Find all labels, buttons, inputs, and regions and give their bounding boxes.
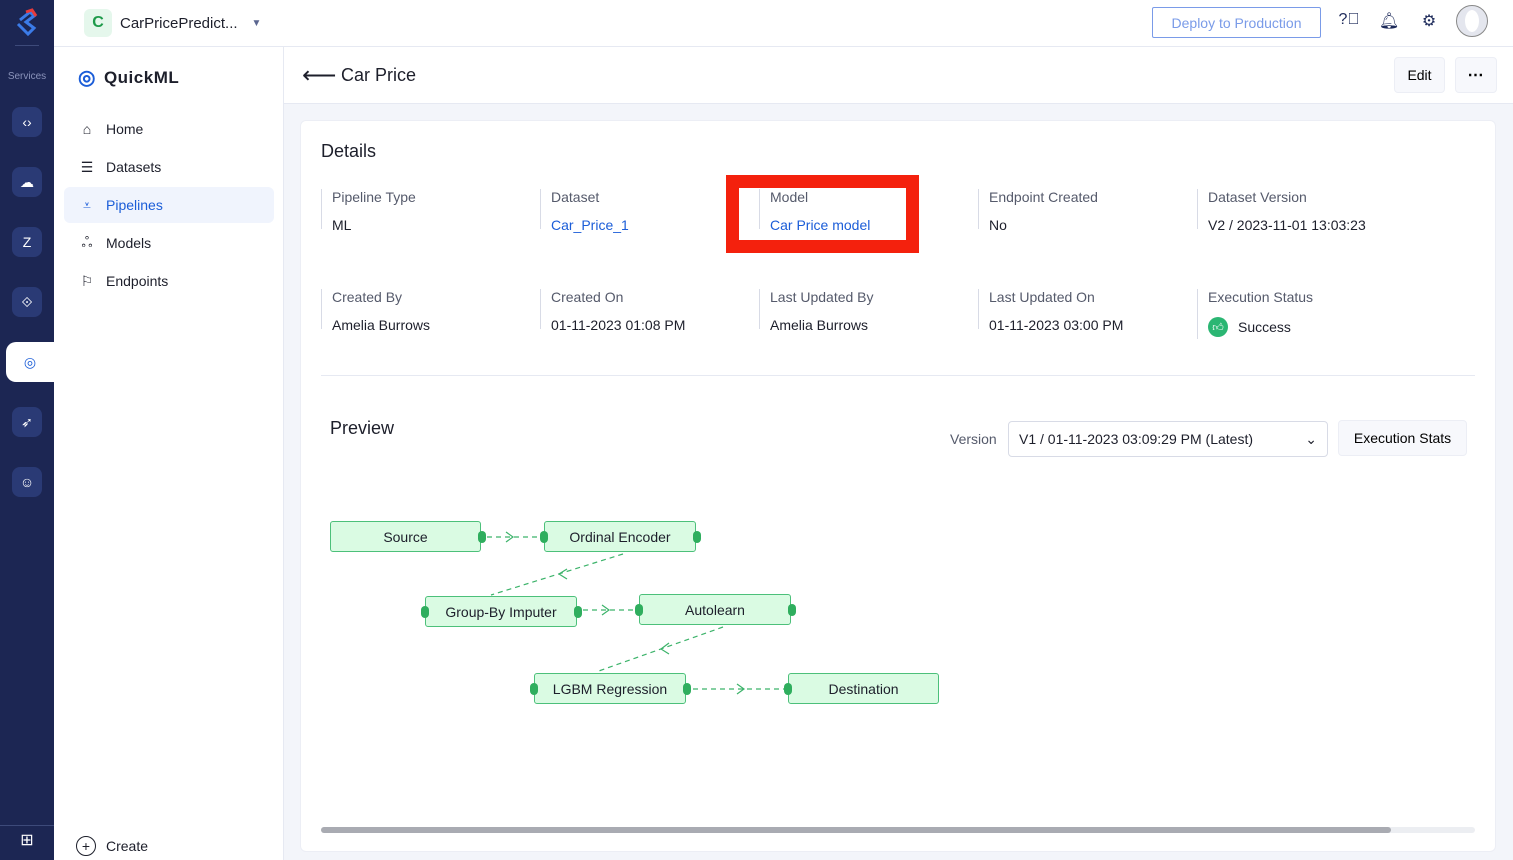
node-ordinal-encoder[interactable]: Ordinal Encoder [540, 521, 701, 552]
integration-service-icon[interactable]: ⟐ [12, 287, 42, 317]
node-label: Autolearn [685, 601, 745, 618]
node-handle[interactable] [574, 606, 582, 618]
caret-down-icon: ▼ [251, 17, 262, 29]
database-icon: ☰ [80, 158, 94, 175]
create-label: Create [106, 838, 149, 854]
node-handle[interactable] [784, 683, 792, 695]
node-destination[interactable]: Destination [784, 673, 939, 704]
sidebar-item-home[interactable]: ⌂ Home [64, 111, 274, 147]
sidebar-item-label: Endpoints [106, 273, 169, 289]
more-options-button[interactable]: ⋯ [1455, 57, 1497, 93]
horizontal-scrollbar[interactable] [321, 827, 1475, 833]
edge-ordinal-groupby [490, 553, 624, 596]
top-bar: C CarPricePredict... ▼ Deploy to Product… [54, 0, 1513, 47]
node-source[interactable]: Source [330, 521, 486, 552]
main-content: ⟵ Car Price Edit ⋯ Details Pipeline Type… [284, 47, 1513, 860]
pipeline-icon: ⩡ [83, 196, 91, 213]
launch-service-icon[interactable]: ➶ [12, 407, 42, 437]
sidebar-item-label: Models [106, 235, 152, 251]
details-card: Details Pipeline Type ML Dataset Car_Price… [300, 120, 1496, 852]
quickml-logo-icon: ◎ [78, 67, 96, 89]
edit-button[interactable]: Edit [1394, 57, 1445, 93]
sidebar-item-models[interactable]: ஃ Models [64, 225, 274, 261]
node-label: Destination [828, 680, 899, 697]
node-lgbm-regression[interactable]: LGBM Regression [530, 673, 691, 704]
home-icon: ⌂ [82, 121, 92, 137]
node-handle[interactable] [421, 606, 429, 618]
node-label: Group-By Imputer [445, 603, 557, 620]
page-title: Car Price [341, 65, 417, 85]
code-service-icon[interactable]: ‹› [12, 107, 42, 137]
project-avatar: C [84, 9, 112, 37]
edge-autolearn-lgbm [595, 626, 724, 673]
notification-bell-icon[interactable]: 🔔︎ [1378, 11, 1400, 33]
scrollbar-thumb[interactable] [321, 827, 1391, 833]
help-icon[interactable]: ?⃝ [1338, 11, 1360, 33]
node-handle[interactable] [683, 683, 691, 695]
back-arrow-icon[interactable]: ⟵ [302, 61, 336, 90]
user-avatar[interactable] [1456, 5, 1488, 37]
node-handle[interactable] [635, 604, 643, 616]
plus-circle-icon: + [76, 836, 96, 856]
page-header: ⟵ Car Price Edit ⋯ [284, 47, 1513, 104]
node-handle[interactable] [788, 604, 796, 616]
quickml-brand: ◎ QuickML [78, 65, 179, 90]
catalyst-logo-icon [16, 8, 38, 36]
sidebar-item-label: Pipelines [106, 197, 163, 213]
arrow-head [659, 642, 670, 655]
node-label: LGBM Regression [552, 680, 668, 697]
sidebar-item-label: Home [106, 121, 144, 137]
node-label: Ordinal Encoder [569, 528, 671, 545]
node-group-by-imputer[interactable]: Group-By Imputer [421, 596, 582, 627]
project-switcher[interactable]: C CarPricePredict... ▼ [84, 9, 261, 37]
sidebar-item-pipelines[interactable]: ⩡ Pipelines [64, 187, 274, 223]
sidebar-item-datasets[interactable]: ☰ Datasets [64, 149, 274, 185]
deploy-to-production-button[interactable]: Deploy to Production [1152, 7, 1321, 38]
bot-service-icon[interactable]: ☺ [12, 467, 42, 497]
brand-name: QuickML [103, 67, 180, 87]
node-label: Source [383, 528, 428, 545]
sidebar-item-label: Datasets [106, 159, 162, 175]
quickml-service-icon[interactable]: ◎ [6, 342, 54, 382]
services-label: Services [7, 71, 47, 82]
rail-divider [15, 45, 39, 46]
models-icon: ஃ [81, 233, 93, 250]
services-rail: Services ‹› ☁ Z ⟐ ◎ ➶ ☺ ⊞ [0, 0, 54, 860]
sidebar: ◎ QuickML ⌂ Home ☰ Datasets ⩡ Pipelines ஃ Mod… [54, 47, 284, 860]
settings-gear-icon[interactable]: ⚙ [1418, 11, 1440, 33]
node-autolearn[interactable]: Autolearn [635, 594, 796, 625]
node-handle[interactable] [530, 683, 538, 695]
apps-grid-icon[interactable]: ⊞ [0, 825, 54, 851]
cloud-service-icon[interactable]: ☁ [12, 167, 42, 197]
flag-icon: ⚐ [80, 272, 94, 289]
sidebar-item-endpoints[interactable]: ⚐ Endpoints [64, 263, 274, 299]
zia-service-icon[interactable]: Z [12, 227, 42, 257]
sidebar-nav: ⌂ Home ☰ Datasets ⩡ Pipelines ஃ Models ⚐ Endp… [64, 111, 274, 301]
create-button[interactable]: + Create [76, 836, 148, 856]
pipeline-edges [487, 531, 785, 695]
node-handle[interactable] [540, 531, 548, 543]
project-name: CarPricePredict... [120, 14, 238, 32]
node-handle[interactable] [693, 531, 701, 543]
node-handle[interactable] [478, 531, 486, 543]
